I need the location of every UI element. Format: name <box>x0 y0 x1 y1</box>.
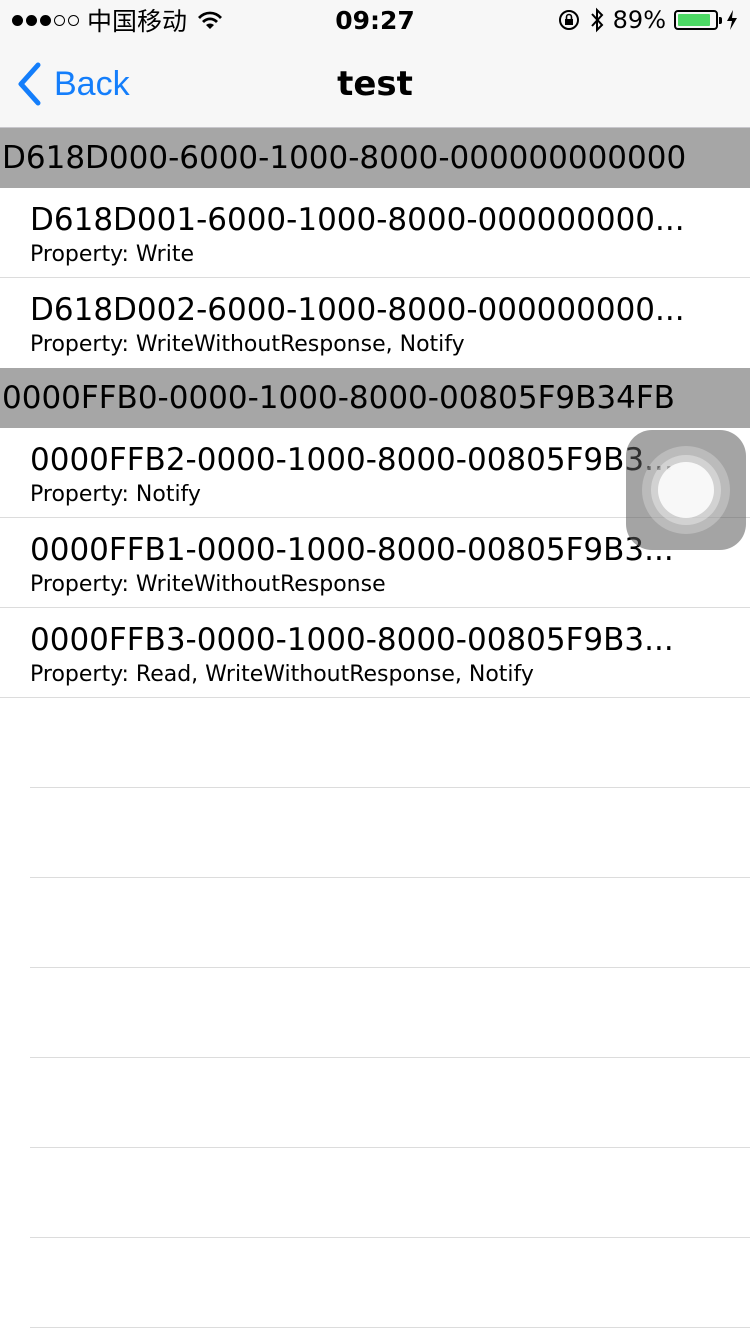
assistive-touch-icon <box>658 462 714 518</box>
section-header-service: 0000FFB0-0000-1000-8000-00805F9B34FB <box>0 368 750 428</box>
status-right: 89% <box>557 6 738 34</box>
empty-row <box>30 1238 750 1328</box>
characteristic-uuid: 0000FFB3-0000-1000-8000-00805F9B3... <box>30 622 674 658</box>
rotation-lock-icon <box>558 10 579 30</box>
characteristic-uuid: D618D002-6000-1000-8000-000000000... <box>30 292 685 328</box>
empty-row <box>30 1148 750 1238</box>
empty-row <box>30 788 750 878</box>
characteristic-property: Property: Notify <box>30 482 201 507</box>
assistive-touch-button[interactable] <box>626 430 746 550</box>
characteristics-table: D618D000-6000-1000-8000-000000000000 D61… <box>0 128 750 1328</box>
empty-row <box>30 698 750 788</box>
table-row[interactable]: 0000FFB3-0000-1000-8000-00805F9B3... Pro… <box>0 608 750 698</box>
navigation-bar: Back test <box>0 40 750 128</box>
characteristic-uuid: 0000FFB2-0000-1000-8000-00805F9B3... <box>30 442 674 478</box>
battery-percent: 89% <box>612 6 666 34</box>
table-row[interactable]: D618D002-6000-1000-8000-000000000... Pro… <box>0 278 750 368</box>
battery-icon <box>674 10 722 30</box>
empty-row <box>30 878 750 968</box>
characteristic-property: Property: WriteWithoutResponse, Notify <box>30 332 465 357</box>
page-title: test <box>337 64 413 104</box>
table-row[interactable]: D618D001-6000-1000-8000-000000000... Pro… <box>0 188 750 278</box>
characteristic-property: Property: WriteWithoutResponse <box>30 572 386 597</box>
section-header-service: D618D000-6000-1000-8000-000000000000 <box>0 128 750 188</box>
status-bar: 中国移动 09:27 89% <box>0 0 750 40</box>
characteristic-uuid: D618D001-6000-1000-8000-000000000... <box>30 202 685 238</box>
bluetooth-icon <box>590 7 604 33</box>
characteristic-uuid: 0000FFB1-0000-1000-8000-00805F9B3... <box>30 532 674 568</box>
battery-fill <box>678 14 711 26</box>
charging-bolt-icon <box>727 10 737 30</box>
characteristic-property: Property: Read, WriteWithoutResponse, No… <box>30 662 534 687</box>
empty-row <box>30 1058 750 1148</box>
characteristic-property: Property: Write <box>30 242 194 267</box>
empty-row <box>30 968 750 1058</box>
